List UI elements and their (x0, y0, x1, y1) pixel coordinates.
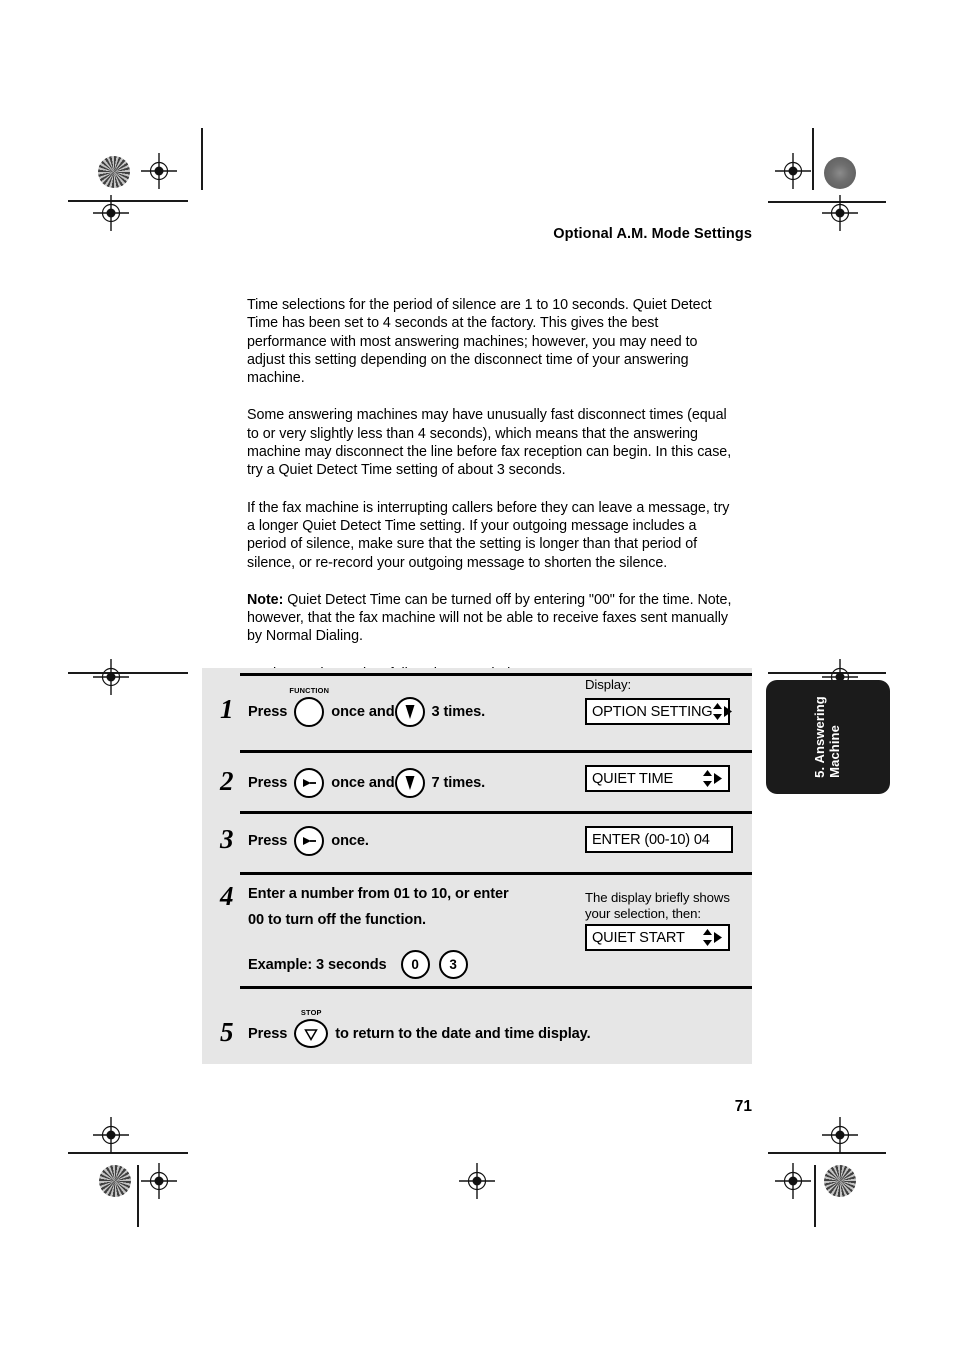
step-number: 1 (220, 694, 234, 724)
display-text: QUIET TIME (592, 770, 673, 787)
registration-target (775, 153, 811, 189)
step-4-instruction-line-2: 00 to turn off the function. (248, 912, 426, 928)
page-number: 71 (734, 1098, 752, 1115)
step-number: 5 (220, 1017, 234, 1047)
registration-target (822, 195, 858, 231)
step-number: 2 (220, 766, 234, 796)
right-arrow-key-icon[interactable] (294, 826, 325, 856)
paragraph-1: Time selections for the period of silenc… (247, 297, 712, 387)
step-divider (240, 986, 752, 989)
crop-mark-line (812, 128, 814, 190)
chapter-side-tab-label: 5. Answering Machine (812, 696, 842, 778)
registration-target (93, 195, 129, 231)
display-text: ENTER (00-10) 04 (592, 831, 710, 848)
down-arrow-glyph (405, 705, 415, 719)
step-number: 4 (220, 881, 234, 911)
step-4-example: Example: 3 seconds 0 3 (248, 950, 468, 979)
numeric-key-3[interactable]: 3 (438, 950, 468, 979)
crop-mark-line (137, 1165, 139, 1227)
display-box-step-2: QUIET TIME (585, 765, 730, 792)
numeric-key-0[interactable]: 0 (400, 950, 430, 979)
end-word: 3 times. (431, 704, 486, 720)
registration-target (822, 1117, 858, 1153)
halftone-dot (99, 1165, 131, 1197)
registration-target (459, 1163, 495, 1199)
step-4-instruction-line-1: Enter a number from 01 to 10, or enter (248, 886, 509, 902)
note-label: Note: (247, 591, 284, 608)
down-arrow-key-icon[interactable] (394, 697, 425, 727)
display-arrows (702, 769, 723, 788)
display-box-step-1: OPTION SETTING (585, 698, 733, 725)
stop-glyph (304, 1028, 319, 1041)
function-key-icon[interactable]: FUNCTION (289, 686, 329, 727)
display-caption-step-4: The display briefly shows your selection… (585, 890, 730, 922)
right-arrow-key-icon[interactable] (294, 768, 325, 798)
right-arrow-glyph (303, 779, 317, 787)
display-box-step-4: QUIET START (585, 924, 730, 951)
display-text: QUIET START (592, 929, 685, 946)
body-text: Time selections for the period of silenc… (247, 296, 739, 683)
steps-panel: Display: 1 Press FUNCTION once and 3 tim… (202, 668, 752, 1064)
paragraph-3: If the fax machine is interrupting calle… (247, 499, 730, 571)
step-3-instruction: Press once. (248, 826, 369, 856)
registration-target (93, 1117, 129, 1153)
press-word: Press (248, 1025, 288, 1042)
down-arrow-glyph (405, 776, 415, 790)
halftone-dot (824, 1165, 856, 1197)
display-arrows (702, 928, 723, 947)
chapter-side-tab: 5. Answering Machine (766, 680, 890, 794)
display-arrows (712, 702, 733, 721)
end-word: 7 times. (431, 775, 486, 791)
press-word: Press (248, 704, 288, 720)
up-down-arrow-icon (703, 770, 712, 787)
step-divider (240, 750, 752, 753)
end-word: once. (331, 833, 369, 849)
function-key-label: FUNCTION (289, 686, 330, 695)
registration-target (141, 153, 177, 189)
right-arrow-glyph (303, 837, 317, 845)
crop-mark-line (814, 1165, 816, 1227)
display-heading: Display: (585, 677, 632, 692)
note-body: Quiet Detect Time can be turned off by e… (247, 591, 732, 645)
step-1-instruction: Press FUNCTION once and 3 times. (248, 686, 486, 727)
display-text: OPTION SETTING (592, 703, 713, 720)
note-paragraph: Note: Quiet Detect Time can be turned of… (247, 591, 739, 646)
up-down-arrow-icon (713, 703, 723, 720)
halftone-dot (98, 156, 130, 188)
mid-word: once and (331, 775, 395, 791)
step-divider (240, 673, 752, 676)
halftone-dot (824, 157, 856, 189)
step-divider (240, 872, 752, 875)
press-word: Press (248, 775, 288, 791)
display-box-step-3: ENTER (00-10) 04 (585, 826, 733, 853)
example-label: Example: 3 seconds (248, 956, 387, 973)
registration-target (775, 1163, 811, 1199)
up-down-arrow-icon (703, 929, 712, 946)
press-word: Press (248, 833, 288, 849)
right-arrow-icon (714, 773, 722, 784)
end-word: to return to the date and time display. (335, 1025, 591, 1042)
right-arrow-icon (714, 932, 722, 943)
page-header: Optional A.M. Mode Settings (553, 226, 752, 242)
step-5-instruction: Press STOP to return to the date and tim… (248, 1008, 591, 1048)
paragraph-2: Some answering machines may have unusual… (247, 407, 732, 479)
registration-target (93, 659, 129, 695)
right-arrow-icon (724, 706, 733, 717)
step-number: 3 (220, 824, 234, 854)
down-arrow-key-icon[interactable] (394, 768, 425, 798)
step-divider (240, 811, 752, 814)
mid-word: once and (331, 704, 395, 720)
crop-mark-line (201, 128, 203, 190)
step-2-instruction: Press once and 7 times. (248, 768, 485, 798)
stop-key-icon[interactable]: STOP (294, 1008, 329, 1048)
stop-key-label: STOP (300, 1008, 322, 1017)
registration-target (141, 1163, 177, 1199)
